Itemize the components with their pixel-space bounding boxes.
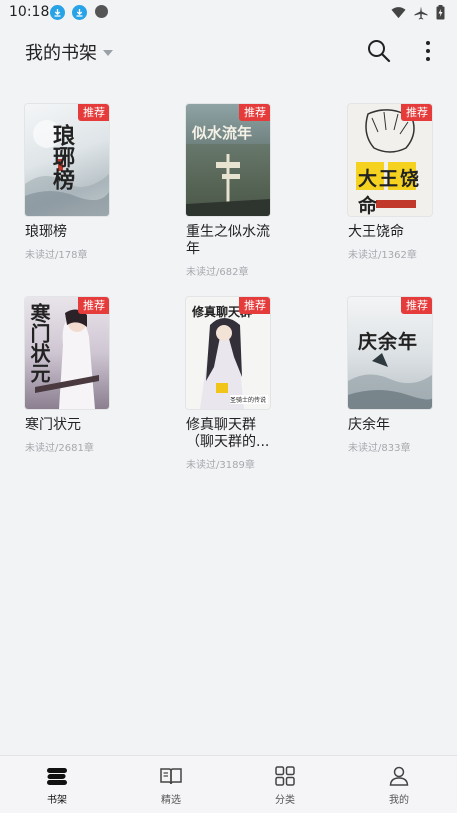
tab-bookshelf[interactable]: 书架 [0, 756, 114, 813]
book-progress: 未读过/833章 [348, 443, 411, 454]
more-options-button[interactable] [418, 38, 438, 64]
cover-subtitle-text: 圣骑士的传说 [230, 397, 267, 404]
book-progress: 未读过/178章 [25, 250, 88, 261]
grid-icon [273, 765, 297, 787]
bookshelf-icon [45, 765, 69, 787]
cover-title-text: 庆余年 [358, 331, 419, 353]
book-title: 修真聊天群（聊天群的... [186, 417, 270, 450]
tab-label: 书架 [47, 795, 67, 806]
recommend-badge: 推荐 [239, 297, 270, 314]
more-dot [426, 57, 430, 61]
book-title: 重生之似水流年 [186, 224, 270, 257]
recommend-badge: 推荐 [239, 104, 270, 121]
airplane-icon [414, 6, 428, 19]
book-title: 大王饶命 [348, 224, 404, 240]
book-title: 寒门状元 [25, 417, 81, 433]
more-dot [426, 49, 430, 53]
book-title: 琅琊榜 [25, 224, 67, 240]
dropdown-caret-icon [103, 50, 113, 56]
book-cover[interactable]: 大王饶命 推荐 [348, 104, 432, 216]
book-progress: 未读过/2681章 [25, 443, 94, 454]
book-item[interactable]: 修真聊天群 圣骑士的传说 推荐 修真聊天群（聊天群的... 未读过/3189章 [186, 297, 282, 471]
book-cover[interactable]: 庆余年 推荐 [348, 297, 432, 409]
recommend-badge: 推荐 [78, 104, 109, 121]
page-title: 我的书架 [25, 43, 97, 64]
tab-category[interactable]: 分类 [228, 756, 342, 813]
app-bar: 我的书架 [0, 30, 457, 74]
book-item[interactable]: 似水流年 推荐 重生之似水流年 未读过/682章 [186, 104, 282, 278]
book-cover[interactable]: 寒门状元 推荐 [25, 297, 109, 409]
wifi-icon [391, 7, 406, 19]
book-item[interactable]: 寒门状元 推荐 寒门状元 未读过/2681章 [25, 297, 121, 454]
search-icon [368, 40, 391, 63]
download-notification-icon [72, 5, 87, 20]
book-progress: 未读过/1362章 [348, 250, 417, 261]
download-notification-icon [50, 5, 65, 20]
book-cover[interactable]: 琅琊榜 推荐 [25, 104, 109, 216]
recommend-badge: 推荐 [78, 297, 109, 314]
bookshelf-title-dropdown[interactable]: 我的书架 [25, 39, 113, 65]
notification-dot-icon [95, 5, 108, 18]
tab-label: 精选 [161, 795, 181, 806]
open-book-icon [159, 765, 183, 787]
recommend-badge: 推荐 [401, 297, 432, 314]
tab-featured[interactable]: 精选 [114, 756, 228, 813]
cover-title-text: 大王饶命 [358, 168, 422, 216]
status-time: 10:18 [9, 4, 50, 20]
book-title: 庆余年 [348, 417, 390, 433]
system-icons [391, 5, 445, 20]
more-dot [426, 41, 430, 45]
cover-title-text: 寒门状元 [27, 303, 51, 383]
book-item[interactable]: 琅琊榜 推荐 琅琊榜 未读过/178章 [25, 104, 121, 261]
cover-title-text: 似水流年 [192, 124, 253, 142]
battery-icon [436, 5, 445, 20]
book-cover[interactable]: 似水流年 推荐 [186, 104, 270, 216]
user-icon [387, 765, 411, 787]
tab-profile[interactable]: 我的 [342, 756, 456, 813]
search-button[interactable] [366, 38, 392, 64]
book-progress: 未读过/3189章 [186, 460, 255, 471]
recommend-badge: 推荐 [401, 104, 432, 121]
bottom-tab-bar: 书架 精选 分类 我的 [0, 755, 457, 813]
tab-label: 分类 [275, 795, 295, 806]
tab-label: 我的 [389, 795, 409, 806]
book-item[interactable]: 大王饶命 推荐 大王饶命 未读过/1362章 [348, 104, 444, 261]
book-item[interactable]: 庆余年 推荐 庆余年 未读过/833章 [348, 297, 444, 454]
status-bar: 10:18 [0, 0, 457, 26]
book-cover[interactable]: 修真聊天群 圣骑士的传说 推荐 [186, 297, 270, 409]
cover-title-text: 琅琊榜 [49, 124, 75, 190]
book-progress: 未读过/682章 [186, 267, 249, 278]
